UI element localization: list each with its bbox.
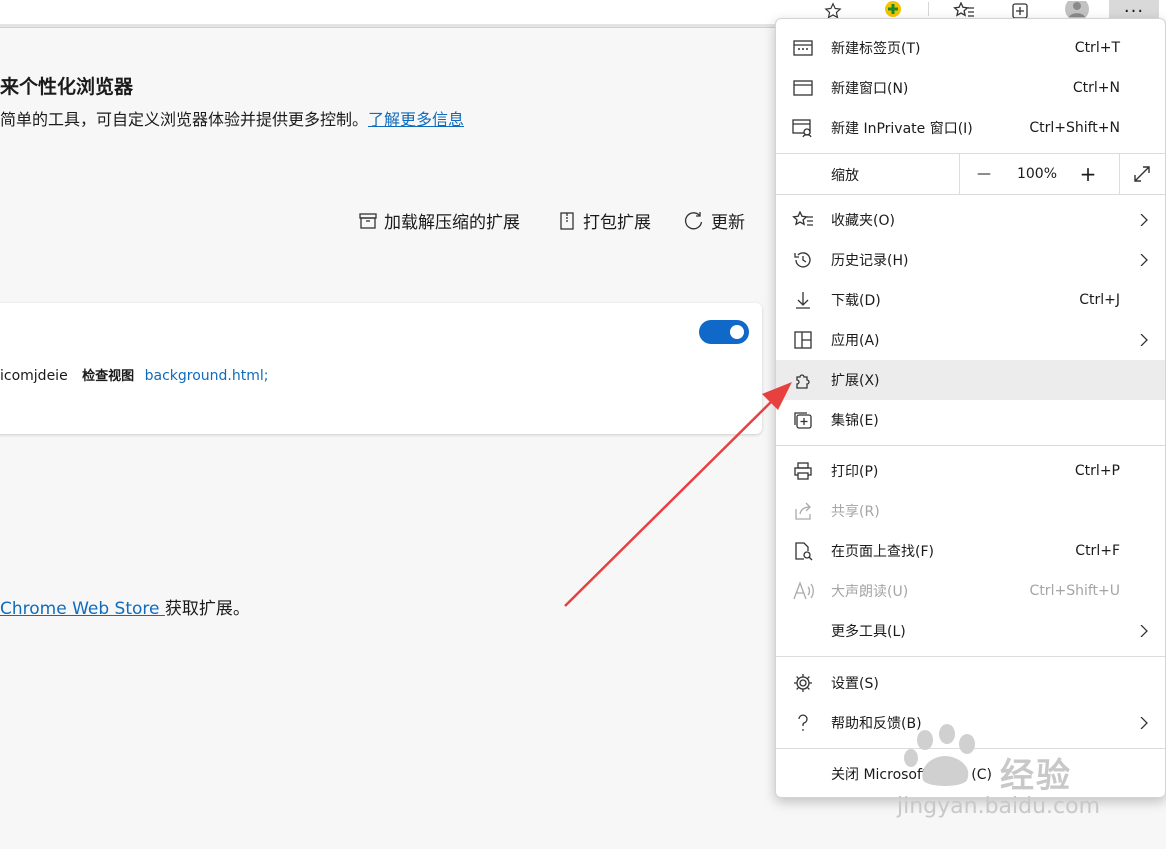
baidu-paw-logo <box>904 724 975 786</box>
watermark: 经验 jingyan.baidu.com <box>895 722 1155 822</box>
watermark-domain: jingyan.baidu.com <box>897 794 1101 819</box>
watermark-brand: 经验 <box>1000 756 1072 796</box>
